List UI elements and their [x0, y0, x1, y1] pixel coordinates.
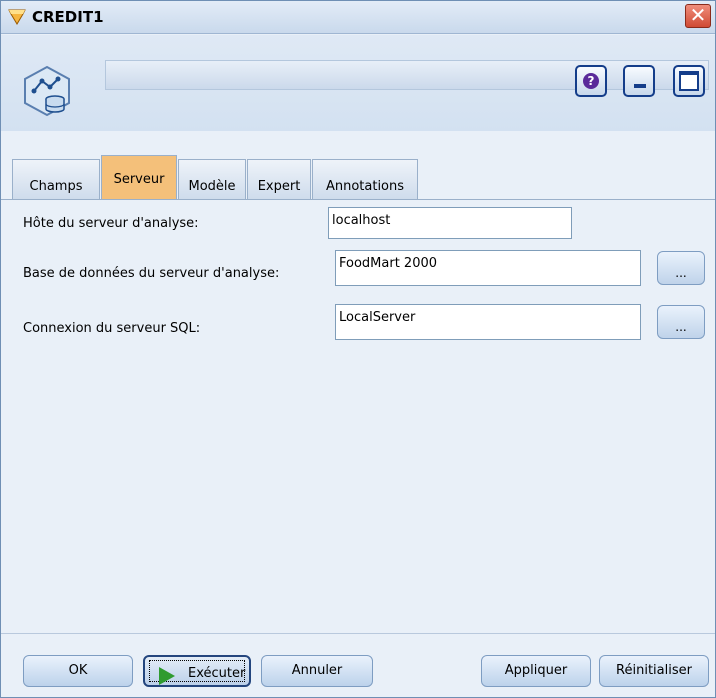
- close-icon: ✕: [689, 3, 707, 27]
- play-icon: [159, 667, 175, 685]
- node-name-field[interactable]: [105, 60, 709, 90]
- server-settings-panel: Hôte du serveur d'analyse: localhost Bas…: [13, 200, 715, 630]
- reset-button[interactable]: Réinitialiser: [599, 655, 709, 687]
- database-browse-button[interactable]: ...: [657, 251, 705, 285]
- tab-serveur[interactable]: Serveur: [101, 155, 177, 199]
- window-title: CREDIT1: [32, 8, 104, 26]
- help-icon: ?: [583, 73, 599, 89]
- tab-modele[interactable]: Modèle: [178, 159, 246, 199]
- minimize-icon: [634, 84, 646, 88]
- dialog-window: CREDIT1 ✕ ? Champs Serveur Modèle Expert…: [0, 0, 716, 698]
- title-bar[interactable]: CREDIT1 ✕: [1, 1, 715, 34]
- run-button[interactable]: Exécuter: [143, 655, 251, 687]
- sql-connection-label: Connexion du serveur SQL:: [23, 321, 201, 336]
- minimize-button[interactable]: [623, 65, 655, 97]
- database-label: Base de données du serveur d'analyse:: [23, 266, 280, 281]
- diamond-app-icon: [8, 9, 26, 25]
- ok-button[interactable]: OK: [23, 655, 133, 687]
- footer-divider: [1, 633, 715, 634]
- cancel-button[interactable]: Annuler: [261, 655, 373, 687]
- help-button[interactable]: ?: [575, 65, 607, 97]
- tab-champs[interactable]: Champs: [12, 159, 100, 199]
- run-button-label: Exécuter: [188, 666, 246, 681]
- host-input[interactable]: localhost: [328, 207, 572, 239]
- close-button[interactable]: ✕: [685, 4, 711, 28]
- maximize-button[interactable]: [673, 65, 705, 97]
- node-header: ?: [1, 35, 715, 131]
- tab-annotations[interactable]: Annotations: [312, 159, 418, 199]
- apply-button[interactable]: Appliquer: [481, 655, 591, 687]
- database-input[interactable]: FoodMart 2000: [335, 250, 641, 286]
- sql-browse-button[interactable]: ...: [657, 305, 705, 339]
- focus-outline: Exécuter: [149, 660, 245, 685]
- model-node-icon: [24, 65, 70, 117]
- sql-connection-input[interactable]: LocalServer: [335, 304, 641, 340]
- tab-expert[interactable]: Expert: [247, 159, 311, 199]
- host-label: Hôte du serveur d'analyse:: [23, 216, 199, 231]
- maximize-icon: [679, 71, 699, 91]
